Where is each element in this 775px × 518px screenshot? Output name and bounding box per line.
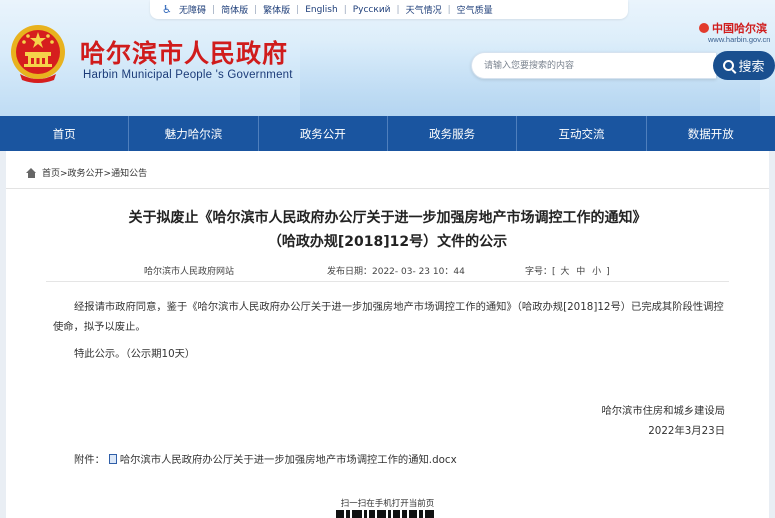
topbar-link-weather[interactable]: 天气情况 — [406, 3, 442, 16]
nav-item-gov-services[interactable]: 政务服务 — [388, 116, 518, 151]
topbar-separator: | — [447, 4, 451, 15]
article-publish-date: 发布日期：2022- 03- 23 10：44 — [327, 267, 465, 277]
national-emblem-icon — [11, 25, 65, 83]
topbar-separator: | — [212, 4, 216, 15]
topbar-separator: | — [396, 4, 400, 15]
home-icon — [26, 167, 37, 178]
breadcrumb-divider — [6, 188, 769, 189]
article-title-line2: （哈政办规[2018]12号）文件的公示 — [267, 234, 508, 250]
topbar-link-air-quality[interactable]: 空气质量 — [457, 3, 493, 16]
attachment-row: 附件： 哈尔滨市人民政府办公厅关于进一步加强房地产市场调控工作的通知.docx — [74, 451, 457, 466]
signature-organization: 哈尔滨市住房和城乡建设局 — [601, 405, 725, 417]
nav-item-data-open[interactable]: 数据开放 — [647, 116, 775, 151]
site-title-cn: 哈尔滨市人民政府 — [80, 39, 289, 68]
qr-code — [336, 510, 440, 518]
font-size-medium[interactable]: 中 — [576, 267, 585, 277]
top-utility-bar: ♿ 无障碍 | 简体版 | 繁体版 | English | Русский | … — [150, 0, 628, 19]
attachment-link[interactable]: 哈尔滨市人民政府办公厅关于进一步加强房地产市场调控工作的通知.docx — [120, 451, 457, 466]
breadcrumb-text[interactable]: 首页>政务公开>通知公告 — [42, 166, 147, 179]
topbar-link-accessibility[interactable]: 无障碍 — [179, 3, 206, 16]
brand-logo-text: 中国哈尔滨 — [712, 22, 767, 35]
signature-date: 2022年3月23日 — [648, 425, 725, 437]
topbar-link-traditional[interactable]: 繁体版 — [263, 3, 290, 16]
meta-divider — [46, 281, 729, 282]
article-paragraph: 经报请市政府同意，鉴于《哈尔滨市人民政府办公厅关于进一步加强房地产市场调控工作的… — [53, 297, 733, 337]
search-input[interactable] — [484, 53, 704, 79]
topbar-separator: | — [343, 4, 347, 15]
topbar-separator: | — [254, 4, 258, 15]
search-box — [471, 52, 716, 79]
main-nav: 首页 魅力哈尔滨 政务公开 政务服务 互动交流 数据开放 — [0, 116, 775, 151]
topbar-separator: | — [296, 4, 300, 15]
breadcrumb: 首页>政务公开>通知公告 — [26, 166, 147, 179]
article-paragraph: 特此公示。（公示期10天） — [53, 344, 733, 364]
brand-url: www.harbin.gov.cn — [708, 35, 771, 44]
topbar-link-english[interactable]: English — [305, 5, 338, 15]
nav-item-gov-affairs-open[interactable]: 政务公开 — [259, 116, 388, 151]
search-button[interactable]: 搜索 — [713, 51, 775, 80]
search-icon — [723, 60, 735, 71]
font-size-large[interactable]: 大 — [560, 267, 569, 277]
document-file-icon — [108, 453, 117, 464]
font-size-label: 字号：[ — [525, 267, 556, 277]
qr-code-label: 扫一扫在手机打开当前页 — [340, 499, 435, 509]
article-paragraph-2: 特此公示。（公示期10天） — [74, 348, 196, 360]
site-title-en: Harbin Municipal People 's Government — [83, 69, 293, 81]
article-paragraph-1: 经报请市政府同意，鉴于《哈尔滨市人民政府办公厅关于进一步加强房地产市场调控工作的… — [53, 301, 724, 333]
attachment-label: 附件： — [74, 454, 105, 466]
nav-item-home[interactable]: 首页 — [0, 116, 130, 151]
city-brand-logo: 中国哈尔滨 — [699, 20, 767, 36]
article-panel: 首页>政务公开>通知公告 关于拟废止《哈尔滨市人民政府办公厅关于进一步加强房地产… — [6, 151, 769, 518]
topbar-link-simplified[interactable]: 简体版 — [221, 3, 248, 16]
font-size-close-bracket: ] — [606, 267, 610, 277]
topbar-link-russian[interactable]: Русский — [353, 5, 391, 15]
font-size-small[interactable]: 小 — [592, 267, 601, 277]
nav-item-charm-harbin[interactable]: 魅力哈尔滨 — [129, 116, 259, 151]
site-header: ♿ 无障碍 | 简体版 | 繁体版 | English | Русский | … — [0, 0, 775, 116]
search-button-label: 搜索 — [738, 60, 765, 75]
nav-item-interaction[interactable]: 互动交流 — [517, 116, 647, 151]
brand-logo-icon — [699, 23, 709, 33]
font-size-switcher: 字号：[ 大 中 小 ] — [525, 264, 610, 277]
accessibility-icon[interactable]: ♿ — [162, 3, 174, 16]
article-source: 哈尔滨市人民政府网站 — [144, 267, 235, 277]
article-title-line1: 关于拟废止《哈尔滨市人民政府办公厅关于进一步加强房地产市场调控工作的通知》 — [128, 210, 647, 226]
